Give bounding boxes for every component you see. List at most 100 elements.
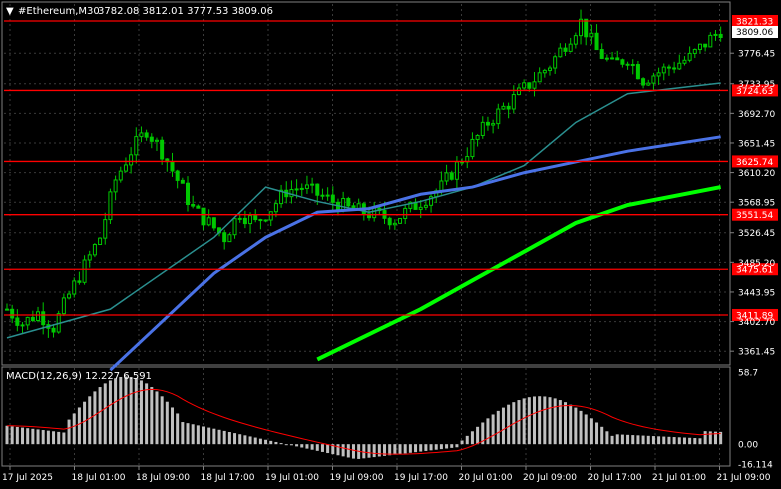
time-axis: 17 Jul 2025 18 Jul 01:00 18 Jul 09:00 18 Ju… [2,466,771,483]
macd-bar [414,444,418,453]
symbol-label: #Ethereum,M30 [18,6,100,17]
candle-body [537,72,542,83]
macd-bar [527,397,531,445]
candle-body [677,62,682,70]
macd-bar [595,422,599,445]
candle-body [423,204,428,208]
macd-bar [708,431,712,445]
price-tick-label: 3568.95 [738,199,775,209]
price-tick-label: 3485.20 [738,259,775,269]
header-arrow[interactable]: ▼ [6,6,14,17]
price-tick-label: 3776.45 [738,50,775,60]
macd-bar [636,435,640,445]
macd-bar [289,444,293,446]
price-panel-frame [1,1,731,366]
candle-body [418,206,423,210]
macd-bar [233,433,237,445]
macd-bar [403,444,407,454]
macd-bar [227,432,231,445]
macd-bar [196,425,200,445]
candle-body [25,316,30,326]
candle-body [206,217,211,226]
macd-bar [615,434,619,445]
macd-bar [253,437,257,445]
macd-bar [186,423,190,445]
candle-body [67,293,72,299]
moving-averages [6,82,722,372]
macd-bar [532,396,536,445]
candle-body [103,219,108,239]
macd-bar [564,402,568,445]
candle-body [227,234,232,243]
macd-bar [336,444,340,456]
macd-bar [170,407,174,445]
time-tick-label: 18 Jul 17:00 [201,473,255,483]
macd-bar [279,443,283,445]
candle-body [346,197,351,207]
candle-body [641,78,646,86]
macd-bar [72,413,76,445]
macd-bar [320,444,324,452]
candle-body [548,67,552,71]
candle-body [330,194,335,203]
macd-bar [507,404,511,445]
macd-bar [295,444,299,447]
macd-bar [15,426,19,445]
macd-bar [538,396,542,445]
candle-body [516,87,521,96]
candle-body [160,139,165,160]
macd-bar [408,444,412,453]
candle-body [635,64,640,80]
candle-body [485,121,490,126]
candle-body [186,182,190,206]
macd-bar [62,432,66,445]
level-label: 3821.33 [736,17,773,27]
price-tick-label: 3402.70 [738,318,775,328]
macd-bar [41,430,45,445]
macd-bar [626,434,630,445]
macd-bar [284,444,288,446]
candle-body [10,308,15,319]
candle-body [449,172,454,180]
candle-body [697,43,702,50]
candle-body [222,232,227,243]
candle-body [713,33,718,36]
macd-bar [98,387,102,445]
candle-body [496,108,501,125]
candle-body [123,164,128,172]
candle-body [532,81,537,89]
macd-bar [677,437,681,445]
candle-body [304,184,309,189]
candle-body [134,136,139,156]
macd-bar [693,438,697,445]
candle-body [522,82,527,89]
candle-body [72,280,77,295]
candle-body [439,180,444,192]
candle-body [242,217,247,225]
candle-body [661,66,666,74]
macd-bar [346,444,350,458]
candle-body [129,154,134,166]
macd-bar [605,431,609,445]
candle-body [687,52,692,61]
candle-body [51,327,56,333]
macd-bar [165,401,169,445]
macd-bar [569,404,573,445]
macd-tick-label: 58.7 [738,369,758,379]
macd-bar [264,439,268,445]
macd-bar [5,425,9,445]
candle-body [718,33,723,38]
time-tick-label: 21 Jul 01:00 [652,473,706,483]
candle-body [558,47,563,58]
macd-bar [548,397,552,445]
macd-bar [191,424,195,445]
macd-tick-label: 0.00 [738,441,758,451]
macd-bar [108,380,112,445]
macd-bar [150,387,154,445]
macd-bar [465,435,469,445]
macd-bar [600,426,604,445]
candle-body [604,57,609,60]
candle-body [579,18,584,37]
candle-body [149,136,154,142]
chart-canvas[interactable]: 3821.333724.633625.743551.543475.613411.… [0,0,781,489]
